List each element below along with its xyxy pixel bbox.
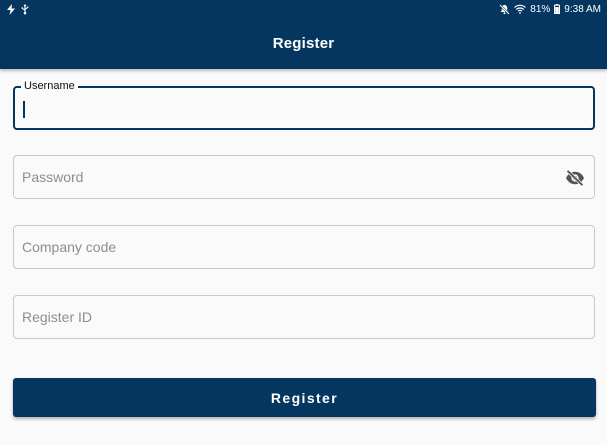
flash-icon xyxy=(7,3,15,15)
status-bar: 81% 9:38 AM xyxy=(0,0,607,18)
app-bar: Register xyxy=(0,18,607,69)
register-id-field[interactable] xyxy=(13,295,595,339)
clock: 9:38 AM xyxy=(564,3,601,15)
battery-percent: 81% xyxy=(530,3,551,15)
password-input[interactable] xyxy=(14,156,594,198)
app-screen: 81% 9:38 AM Register Username Company co… xyxy=(0,0,607,445)
text-cursor xyxy=(23,101,25,118)
usb-icon xyxy=(21,3,29,15)
mute-icon xyxy=(499,3,510,15)
page-title: Register xyxy=(272,35,335,52)
username-input[interactable] xyxy=(15,88,593,128)
battery-icon xyxy=(554,4,561,14)
register-button[interactable]: Register xyxy=(13,378,596,417)
company-code-input[interactable] xyxy=(14,226,594,268)
username-field[interactable]: Username xyxy=(13,80,595,130)
company-code-field[interactable] xyxy=(13,225,595,269)
register-id-input[interactable] xyxy=(14,296,594,338)
status-left xyxy=(7,3,29,15)
visibility-off-icon[interactable] xyxy=(564,167,586,189)
wifi-icon xyxy=(514,4,527,14)
password-field[interactable] xyxy=(13,155,595,199)
status-right: 81% 9:38 AM xyxy=(499,4,601,15)
